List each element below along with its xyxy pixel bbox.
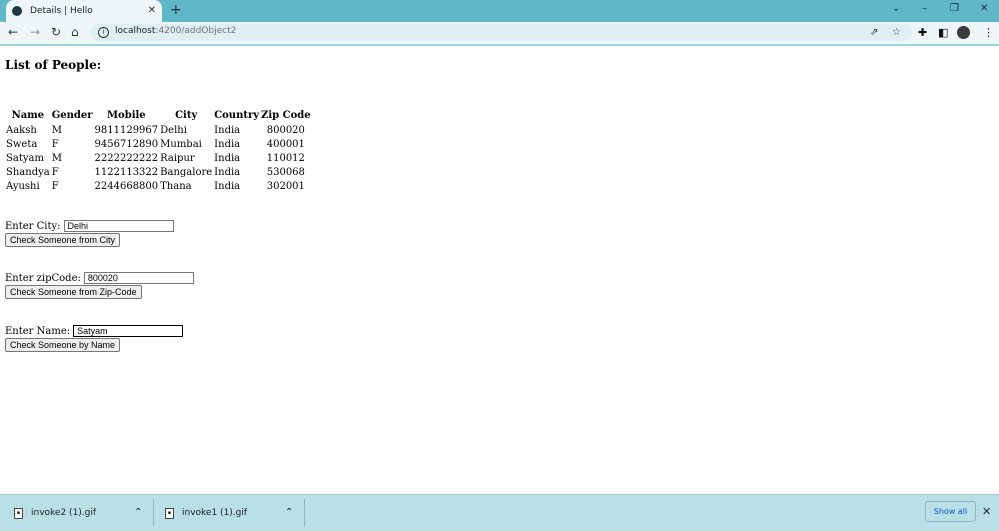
avatar[interactable] [957, 26, 970, 39]
column-header: Zip Code [261, 110, 311, 121]
restore-icon[interactable]: ❐ [950, 3, 959, 14]
download-item[interactable]: ▪ invoke1 (1).gif [165, 495, 247, 531]
table-cell: India [214, 180, 241, 192]
table-row: Aaksh M 9811129967 Delhi India 800020 [6, 123, 311, 137]
minimize-icon[interactable]: – [922, 3, 927, 14]
table-cell: Ayushi [6, 180, 40, 192]
bookmark-star-icon[interactable]: ☆ [892, 27, 901, 38]
city-input[interactable] [63, 220, 174, 232]
table-cell: Bangalore [160, 166, 213, 178]
download-divider [153, 499, 154, 527]
check-name-button[interactable]: Check Someone by Name [5, 338, 121, 352]
table-cell: Thana [160, 180, 192, 192]
share-icon[interactable]: ⇗ [870, 27, 878, 38]
table-cell: Satyam [6, 152, 44, 164]
table-row: Shandya F 1122113322 Bangalore India 530… [6, 165, 311, 179]
table-cell: India [214, 166, 241, 178]
table-cell: 2244668800 [94, 180, 159, 192]
reload-icon[interactable]: ↻ [51, 25, 61, 39]
tab-close-icon[interactable]: ✕ [148, 5, 156, 16]
url-path: :4200/addObject2 [155, 26, 237, 36]
download-filename: invoke1 (1).gif [182, 508, 248, 518]
table-cell: India [214, 138, 241, 150]
table-cell: M [51, 124, 62, 136]
address-bar[interactable]: i localhost:4200/addObject2 ⇗ ☆ [90, 24, 912, 41]
site-info-icon[interactable]: i [98, 27, 109, 38]
table-cell: M [51, 152, 62, 164]
show-all-button[interactable]: Show all [925, 501, 976, 522]
globe-icon [12, 6, 22, 16]
table-cell: F [51, 180, 59, 192]
table-cell: Sweta [6, 138, 38, 150]
table-cell: Mumbai [160, 138, 202, 150]
table-cell: India [214, 124, 241, 136]
column-header: Mobile [106, 110, 146, 121]
column-header: Gender [51, 110, 93, 121]
table-cell: F [51, 166, 59, 178]
forward-arrow-icon[interactable]: → [30, 25, 40, 39]
new-tab-button[interactable]: + [170, 2, 182, 18]
city-form: Enter City: Check Someone from City [5, 219, 174, 247]
table-header-row: Name Gender Mobile City Country Zip Code [6, 108, 311, 123]
column-header: Name [11, 110, 45, 121]
zip-input[interactable] [83, 272, 194, 284]
name-input[interactable] [73, 325, 184, 337]
menu-kebab-icon[interactable]: ⋮ [983, 26, 994, 39]
back-arrow-icon[interactable]: ← [8, 25, 18, 39]
chevron-up-icon[interactable]: ⌃ [134, 507, 142, 518]
toolbar-divider [0, 44, 999, 46]
table-cell: 9811129967 [94, 124, 159, 136]
table-row: Satyam M 2222222222 Raipur India 110012 [6, 151, 311, 165]
file-icon: ▪ [14, 507, 23, 519]
table-row: Sweta F 9456712890 Mumbai India 400001 [6, 137, 311, 151]
side-panel-icon[interactable]: ◧ [938, 26, 948, 39]
table-cell: Delhi [160, 124, 187, 136]
file-icon: ▪ [165, 507, 174, 519]
table-cell: 2222222222 [94, 152, 159, 164]
tab-strip: Details | Hello ✕ + ⌄ – ❐ ✕ [0, 0, 999, 22]
download-divider [304, 499, 305, 527]
tab-details[interactable]: Details | Hello ✕ [6, 0, 162, 22]
url-host: localhost [115, 26, 156, 36]
browser-toolbar: ← → ↻ ⌂ i localhost:4200/addObject2 ⇗ ☆ [0, 22, 999, 44]
table-cell: 400001 [266, 138, 305, 150]
name-label: Enter Name: [5, 325, 71, 337]
table-cell: F [51, 138, 59, 150]
table-cell: 530068 [266, 166, 305, 178]
check-zip-button[interactable]: Check Someone from Zip-Code [5, 285, 142, 299]
chevron-up-icon[interactable]: ⌃ [285, 507, 293, 518]
table-cell: Shandya [6, 166, 50, 178]
tab-search-chevron-icon[interactable]: ⌄ [892, 3, 900, 14]
table-cell: 800020 [266, 124, 305, 136]
download-bar: ▪ invoke2 (1).gif ⌃ ▪ invoke1 (1).gif ⌃ [0, 494, 999, 531]
download-item[interactable]: ▪ invoke2 (1).gif [14, 495, 96, 531]
zip-form: Enter zipCode: Check Someone from Zip-Co… [5, 271, 194, 299]
people-table: Name Gender Mobile City Country Zip Code… [4, 108, 313, 193]
name-form: Enter Name: Check Someone by Name [5, 324, 184, 352]
table-cell: Aaksh [6, 124, 37, 136]
table-cell: 302001 [266, 180, 305, 192]
table-cell: India [214, 152, 241, 164]
home-icon[interactable]: ⌂ [71, 25, 79, 39]
tab-title: Details | Hello [30, 6, 93, 16]
zip-label: Enter zipCode: [5, 272, 81, 284]
check-city-button[interactable]: Check Someone from City [5, 233, 121, 247]
table-cell: 9456712890 [94, 138, 159, 150]
address-url: localhost:4200/addObject2 [115, 26, 236, 36]
table-cell: 1122113322 [94, 166, 159, 178]
page-title: List of People: [5, 58, 102, 72]
column-header: Country [214, 110, 260, 121]
window-close-icon[interactable]: ✕ [980, 3, 988, 14]
download-bar-close-icon[interactable]: ✕ [982, 505, 991, 518]
table-cell: 110012 [266, 152, 305, 164]
table-row: Ayushi F 2244668800 Thana India 302001 [6, 179, 311, 193]
column-header: City [175, 110, 198, 121]
download-filename: invoke2 (1).gif [31, 508, 97, 518]
city-label: Enter City: [5, 220, 61, 232]
table-cell: Raipur [160, 152, 195, 164]
extensions-puzzle-icon[interactable]: ✚ [918, 26, 927, 39]
